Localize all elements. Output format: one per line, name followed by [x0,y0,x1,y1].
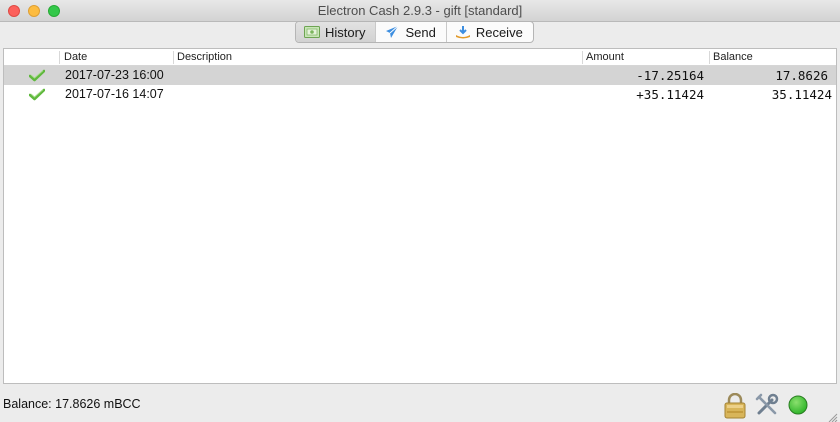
column-separator [173,51,174,64]
window-title: Electron Cash 2.9.3 - gift [standard] [317,3,523,18]
row-balance: 35.11424 [771,87,832,102]
column-separator [59,51,60,64]
history-table[interactable]: Date Description Amount Balance 2017-07-… [3,48,837,384]
main-tab-bar: History Send Receive [295,21,534,43]
column-header-amount[interactable]: Amount [586,51,624,63]
row-balance: 17.8626 [775,68,828,83]
row-amount: +35.11424 [636,87,704,102]
network-status-icon[interactable] [787,393,811,417]
tab-send-label: Send [405,24,436,40]
row-date: 2017-07-23 16:00 [65,68,164,82]
check-icon [28,69,46,82]
send-icon [384,25,400,39]
table-header: Date Description Amount Balance [4,49,836,66]
tab-send[interactable]: Send [376,22,447,42]
column-header-date[interactable]: Date [64,51,87,63]
status-bar: Balance: 17.8626 mBCC [0,388,840,422]
history-icon [304,25,320,39]
row-date: 2017-07-16 14:07 [65,87,164,101]
app-window: Electron Cash 2.9.3 - gift [standard] Hi… [0,0,840,422]
receive-icon [455,25,471,39]
title-bar: Electron Cash 2.9.3 - gift [standard] [0,0,840,22]
column-header-balance[interactable]: Balance [713,51,753,63]
resize-grip-icon[interactable] [828,410,838,422]
tab-history-label: History [325,24,366,40]
preferences-icon[interactable] [755,393,779,417]
tab-history[interactable]: History [296,22,377,42]
tab-receive-label: Receive [475,24,523,40]
row-amount: -17.25164 [636,68,704,83]
column-separator [582,51,583,64]
check-icon [28,88,46,101]
balance-status: Balance: 17.8626 mBCC [3,397,141,411]
table-row[interactable]: 2017-07-23 16:00 -17.25164 17.8626 [4,66,836,85]
tab-receive[interactable]: Receive [447,22,533,42]
table-row[interactable]: 2017-07-16 14:07 +35.11424 35.11424 [4,85,836,104]
column-header-description[interactable]: Description [177,51,232,63]
column-separator [709,51,710,64]
lock-icon[interactable] [723,392,747,419]
